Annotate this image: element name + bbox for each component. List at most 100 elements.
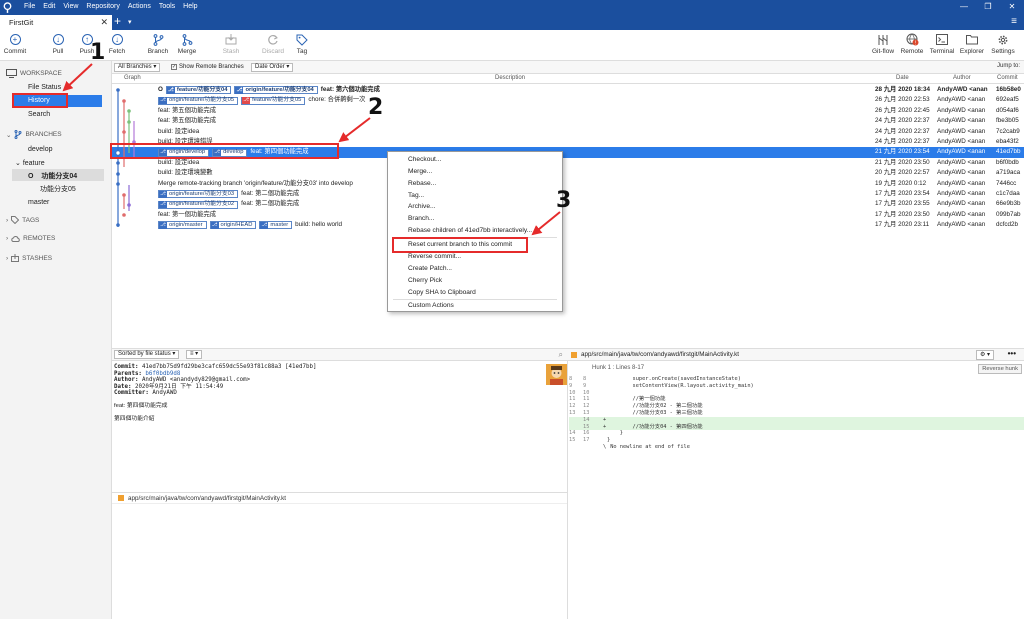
explorer-button[interactable]: Explorer: [955, 33, 989, 55]
branches-header[interactable]: ⌄ BRANCHES: [6, 130, 62, 139]
sidebar-branch-develop[interactable]: develop: [28, 146, 53, 153]
diff-line[interactable]: 9 9 setContentView(R.layout.activity_main…: [569, 383, 1024, 390]
sidebar-branch-feature-05[interactable]: 功能分支05: [40, 184, 76, 194]
diff-line[interactable]: 12 12 //功能分支02 - 第二個功能: [569, 403, 1024, 410]
menu-view[interactable]: View: [63, 0, 78, 14]
commit-message: feat: 第二個功能完成: [241, 190, 300, 197]
menu-tools[interactable]: Tools: [159, 0, 175, 14]
sidebar-item-search[interactable]: Search: [28, 111, 50, 118]
settings-button[interactable]: Settings: [986, 33, 1020, 55]
menu-custom-actions[interactable]: Custom Actions: [408, 302, 454, 309]
more-options-icon[interactable]: •••: [1008, 349, 1016, 359]
menu-create-patch[interactable]: Create Patch...: [408, 265, 452, 272]
branch-label: Branch: [147, 48, 169, 55]
menu-rebase[interactable]: Rebase...: [408, 180, 436, 187]
commit-row[interactable]: build: 設定idea 21 九月 2020 23:50 AndyAWD <an…: [112, 158, 1024, 168]
menu-help[interactable]: Help: [183, 0, 197, 14]
column-author[interactable]: Author: [953, 75, 971, 81]
hamburger-menu-icon[interactable]: ≡: [1011, 14, 1017, 30]
view-options-dropdown[interactable]: ≡ ▾: [186, 350, 203, 359]
terminal-button[interactable]: Terminal: [925, 33, 959, 55]
branch-badge[interactable]: ⎇ master: [259, 221, 293, 230]
branch-badge[interactable]: ⎇ origin/feature/功能分支04: [234, 86, 318, 95]
commit-label: Commit: [3, 48, 27, 55]
remote-button[interactable]: ! Remote: [895, 33, 929, 55]
menu-archive[interactable]: Archive...: [408, 203, 435, 210]
menu-rebase-children[interactable]: Rebase children of 41ed7bb interactively…: [408, 227, 532, 234]
tags-header[interactable]: › TAGS: [6, 216, 39, 224]
pane-divider[interactable]: [567, 348, 568, 619]
show-remote-checkbox[interactable]: ✓ Show Remote Branches: [171, 64, 244, 70]
stash-button[interactable]: Stash: [214, 33, 248, 55]
diff-line[interactable]: 8 8 super.onCreate(savedInstanceState): [569, 376, 1024, 383]
menu-branch[interactable]: Branch...: [408, 215, 434, 222]
branch-badge-icon: ⎇: [159, 97, 167, 105]
commit-row[interactable]: ⎇ origin/feature/功能分支05 ⎇ feature/功能分支05 cho…: [112, 95, 1024, 105]
tab-list-chevron-icon[interactable]: ▾: [128, 15, 132, 30]
menu-edit[interactable]: Edit: [43, 0, 55, 14]
diff-n1: 11: [569, 396, 576, 403]
commit-row[interactable]: ⎇ origin/master ⎇ origin/HEAD ⎇ master build: …: [112, 220, 1024, 230]
menu-merge[interactable]: Merge...: [408, 168, 432, 175]
diff-line[interactable]: 13 13 //功能分支03 - 第三個功能: [569, 410, 1024, 417]
menu-file[interactable]: File: [24, 0, 35, 14]
reverse-hunk-button[interactable]: Reverse hunk: [978, 364, 1022, 374]
sidebar-branch-folder-feature[interactable]: ⌄ feature: [15, 159, 45, 167]
diff-line[interactable]: 14 16 }: [569, 430, 1024, 437]
changed-file-row[interactable]: app/src/main/java/tw/com/andyawd/firstgi…: [112, 492, 567, 504]
diff-line-added[interactable]: 15 + //功能分支04 - 第四個功能: [569, 423, 1024, 431]
minimize-icon[interactable]: —: [952, 0, 976, 14]
diff-n2: 16: [583, 430, 590, 437]
commit-row[interactable]: build: 設定idea 24 九月 2020 22:37 AndyAWD <an…: [112, 127, 1024, 137]
search-icon[interactable]: ⌕: [559, 350, 563, 360]
diff-line[interactable]: 15 17}: [569, 437, 1024, 444]
tab-close-icon[interactable]: ✕: [100, 17, 108, 28]
diff-line[interactable]: \ No newline at end of file: [569, 444, 1024, 451]
commit-row[interactable]: feat: 第五個功能完成 26 九月 2020 22:45 AndyAWD <an…: [112, 106, 1024, 116]
commit-row[interactable]: O ⎇ feature/功能分支04 ⎇ origin/feature/功能分支04 fe…: [112, 85, 1024, 95]
menu-tag[interactable]: Tag...: [408, 192, 424, 199]
sort-dropdown[interactable]: Sorted by file status ▾: [114, 350, 180, 359]
merge-button[interactable]: Merge: [170, 33, 204, 55]
column-graph[interactable]: Graph: [124, 75, 141, 81]
branch-badge[interactable]: ⎇ origin/feature/功能分支02: [158, 200, 239, 209]
sidebar-branch-master[interactable]: master: [28, 199, 49, 206]
commit-message: feat: 第四個功能完成: [114, 402, 168, 409]
all-branches-dropdown[interactable]: All Branches ▾: [114, 63, 161, 72]
menu-actions[interactable]: Actions: [128, 0, 151, 14]
parent-hash-link[interactable]: b6f0bdb9d8: [145, 371, 180, 377]
tag-button[interactable]: Tag: [285, 33, 319, 55]
menu-copy-sha[interactable]: Copy SHA to Clipboard: [408, 289, 476, 296]
commit-row[interactable]: build: 設定環境變數 20 九月 2020 22:57 AndyAWD <an…: [112, 168, 1024, 178]
menu-repository[interactable]: Repository: [86, 0, 119, 14]
stashes-header[interactable]: › STASHES: [6, 254, 52, 262]
diff-line-added[interactable]: 14 +: [569, 416, 1024, 424]
sidebar-branch-current[interactable]: O 功能分支04: [28, 171, 77, 181]
branch-badge[interactable]: ⎇ origin/master: [158, 221, 207, 230]
diff-settings-gear-icon[interactable]: ⚙ ▾: [975, 350, 994, 360]
date-order-dropdown[interactable]: Date Order ▾: [251, 63, 294, 72]
commit-message: feat: 第一個功能完成: [158, 210, 217, 218]
workspace-header[interactable]: WORKSPACE: [6, 69, 62, 78]
repo-tab[interactable]: FirstGit ✕: [0, 15, 112, 30]
remotes-header[interactable]: › REMOTES: [6, 235, 55, 242]
menu-cherry-pick[interactable]: Cherry Pick: [408, 277, 442, 284]
branch-badge[interactable]: ⎇ origin/feature/功能分支03: [158, 190, 239, 199]
sidebar-item-file-status[interactable]: File Status: [28, 84, 61, 91]
branch-badge[interactable]: ⎇ feature/功能分支05: [241, 96, 306, 105]
diff-sg: +: [603, 416, 607, 423]
column-commit[interactable]: Commit: [997, 75, 1018, 81]
commit-button[interactable]: + Commit: [0, 33, 32, 55]
column-description[interactable]: Description: [495, 75, 525, 81]
close-window-icon[interactable]: ✕: [1000, 0, 1024, 14]
menu-reverse-commit[interactable]: Reverse commit...: [408, 253, 461, 260]
branch-badge[interactable]: ⎇ origin/HEAD: [209, 221, 257, 230]
commit-author: AndyAWD <anan: [937, 148, 986, 156]
column-date[interactable]: Date: [896, 75, 909, 81]
menu-checkout[interactable]: Checkout...: [408, 156, 441, 163]
maximize-icon[interactable]: ❐: [976, 0, 1000, 14]
branch-badge[interactable]: ⎇ origin/feature/功能分支05: [158, 96, 239, 105]
branch-badge[interactable]: ⎇ feature/功能分支04: [165, 86, 232, 95]
new-tab-icon[interactable]: +: [114, 14, 121, 29]
commit-row[interactable]: feat: 第五個功能完成 24 九月 2020 22:37 AndyAWD <an…: [112, 116, 1024, 126]
